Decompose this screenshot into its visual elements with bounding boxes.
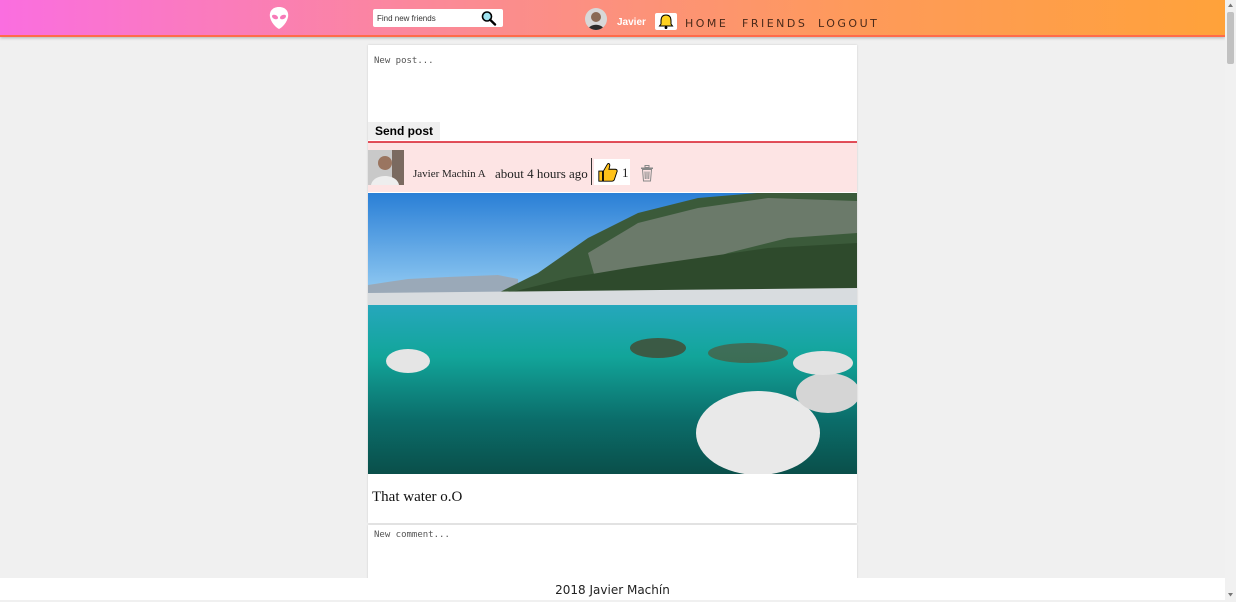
like-count: 1: [622, 165, 629, 181]
top-navbar: Javier HOME FRIENDS LOGOUT: [0, 0, 1225, 37]
bell-icon: [655, 13, 677, 30]
user-avatar[interactable]: [585, 8, 607, 30]
current-user-name[interactable]: Javier: [617, 17, 646, 28]
send-post-button[interactable]: Send post: [368, 122, 440, 140]
post-card: Javier Machín A about 4 hours ago 1: [368, 143, 857, 523]
trash-icon[interactable]: [640, 165, 654, 182]
page-scrollbar[interactable]: [1225, 0, 1236, 600]
search-box: [373, 9, 503, 27]
like-button[interactable]: 1: [594, 159, 630, 185]
footer: 2018 Javier Machín: [0, 578, 1225, 600]
post-author-name[interactable]: Javier Machín A: [413, 168, 486, 180]
post-header: Javier Machín A about 4 hours ago 1: [368, 143, 857, 192]
post-author-avatar[interactable]: [368, 150, 404, 185]
post-timestamp: about 4 hours ago: [495, 166, 588, 182]
post-text: That water o.O: [372, 489, 462, 506]
thumbs-up-icon: [597, 161, 619, 183]
footer-text: 2018 Javier Machín: [555, 583, 670, 597]
search-icon[interactable]: [479, 10, 499, 26]
new-post-textarea[interactable]: [368, 45, 857, 123]
new-comment-form: [368, 525, 857, 585]
nav-logout-link[interactable]: LOGOUT: [818, 17, 879, 30]
nav-home-link[interactable]: HOME: [685, 17, 728, 30]
scrollbar-thumb[interactable]: [1227, 12, 1234, 64]
scroll-down-arrow-icon[interactable]: [1227, 591, 1234, 598]
new-post-form: Send post: [368, 45, 857, 143]
scroll-up-arrow-icon[interactable]: [1227, 2, 1234, 9]
nav-friends-link[interactable]: FRIENDS: [742, 17, 807, 30]
new-comment-textarea[interactable]: [368, 525, 857, 580]
notifications-button[interactable]: [655, 13, 677, 30]
post-photo[interactable]: [368, 193, 857, 474]
header-divider: [591, 158, 592, 185]
alien-logo-icon[interactable]: [268, 6, 290, 30]
search-input[interactable]: [373, 9, 477, 27]
